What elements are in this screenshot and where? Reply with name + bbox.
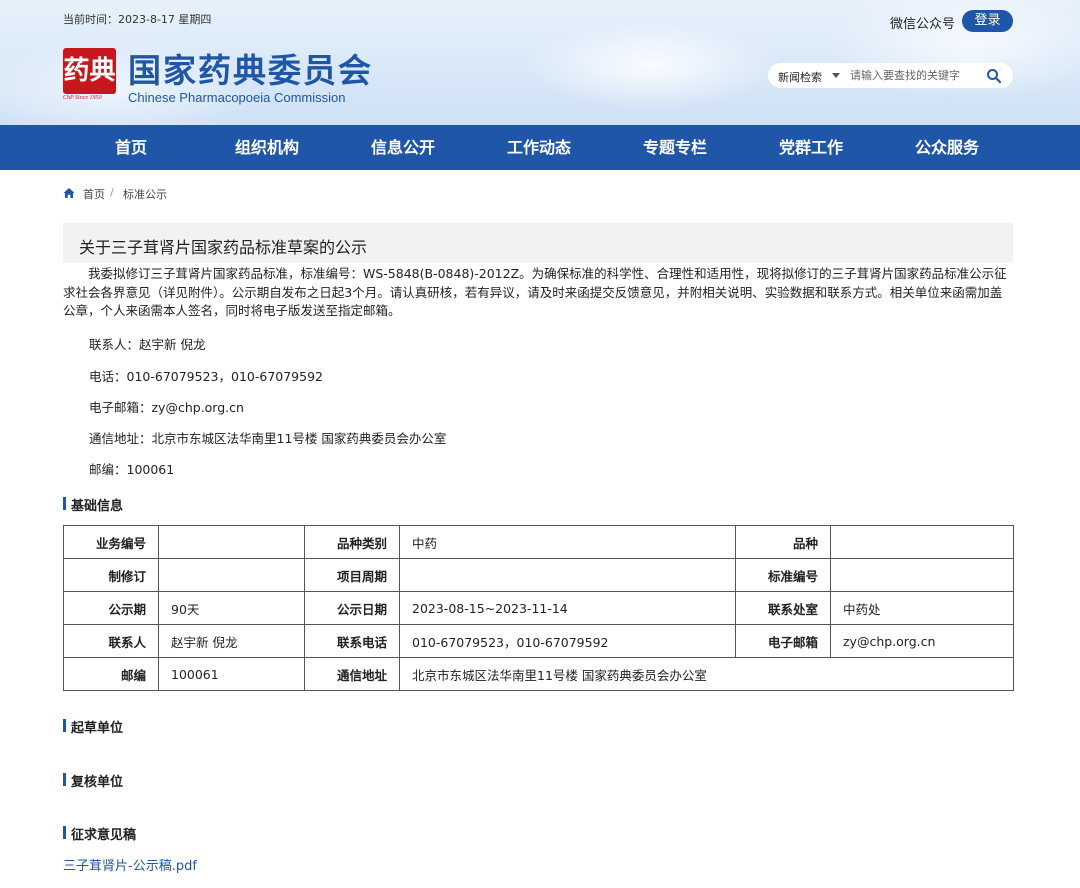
main-nav: 首页 组织机构 信息公开 工作动态 专题专栏 党群工作 公众服务 bbox=[0, 125, 1080, 170]
table-row: 业务编号 品种类别 中药 品种 bbox=[63, 525, 1014, 559]
search-category-select[interactable]: 新闻检索 bbox=[778, 69, 822, 85]
table-value: 100061 bbox=[158, 657, 305, 691]
table-label: 制修订 bbox=[63, 558, 159, 592]
nav-item-work-news[interactable]: 工作动态 bbox=[484, 125, 594, 170]
site-header: 当前时间：2023-8-17 星期四 微信公众号 登录 药典 ChP Since… bbox=[0, 0, 1080, 125]
nav-item-disclosure[interactable]: 信息公开 bbox=[348, 125, 458, 170]
nav-item-public-service[interactable]: 公众服务 bbox=[892, 125, 1002, 170]
table-label: 联系人 bbox=[63, 624, 159, 658]
table-label: 电子邮箱 bbox=[735, 624, 831, 658]
table-row: 邮编 100061 通信地址 北京市东城区法华南里11号楼 国家药典委员会办公室 bbox=[63, 657, 1014, 691]
table-value bbox=[158, 525, 305, 559]
logo-seal-icon: 药典 bbox=[63, 48, 116, 94]
search-icon[interactable] bbox=[986, 68, 1002, 84]
article-title: 关于三子茸肾片国家药品标准草案的公示 bbox=[79, 238, 368, 257]
site-subtitle: Chinese Pharmacopoeia Commission bbox=[128, 90, 346, 105]
breadcrumb-home-link[interactable]: 首页 bbox=[83, 186, 105, 202]
table-value bbox=[158, 558, 305, 592]
search-bar: 新闻检索 bbox=[768, 63, 1013, 88]
breadcrumb-separator: / bbox=[110, 186, 114, 199]
current-date: 当前时间：2023-8-17 星期四 bbox=[63, 13, 212, 26]
logo-since-text: ChP Since 1950 bbox=[63, 95, 102, 101]
nav-item-home[interactable]: 首页 bbox=[76, 125, 186, 170]
table-value: 中药 bbox=[399, 525, 736, 559]
wechat-link[interactable]: 微信公众号 bbox=[890, 13, 955, 32]
table-label: 联系处室 bbox=[735, 591, 831, 625]
contact-postcode: 邮编：100061 bbox=[89, 462, 175, 477]
table-label: 标准编号 bbox=[735, 558, 831, 592]
section-title: 征求意见稿 bbox=[71, 828, 137, 843]
contact-person: 联系人：赵宇新 倪龙 bbox=[89, 337, 206, 352]
table-value: 90天 bbox=[158, 591, 305, 625]
section-marker bbox=[63, 497, 66, 510]
header-cloud-decoration bbox=[520, 20, 780, 110]
table-value bbox=[830, 525, 1014, 559]
table-value: zy@chp.org.cn bbox=[830, 624, 1014, 658]
table-value bbox=[399, 558, 736, 592]
table-row: 制修订 项目周期 标准编号 bbox=[63, 558, 1014, 592]
site-logo[interactable]: 药典 ChP Since 1950 bbox=[63, 48, 116, 104]
section-marker bbox=[63, 826, 66, 839]
nav-item-organization[interactable]: 组织机构 bbox=[212, 125, 322, 170]
table-value: 中药处 bbox=[830, 591, 1014, 625]
table-label: 通信地址 bbox=[304, 657, 400, 691]
nav-item-party-work[interactable]: 党群工作 bbox=[756, 125, 866, 170]
contact-address: 通信地址：北京市东城区法华南里11号楼 国家药典委员会办公室 bbox=[89, 431, 447, 446]
contact-email: 电子邮箱：zy@chp.org.cn bbox=[89, 400, 244, 415]
table-row: 联系人 赵宇新 倪龙 联系电话 010-67079523，010-6707959… bbox=[63, 624, 1014, 658]
table-label: 联系电话 bbox=[304, 624, 400, 658]
breadcrumb-current[interactable]: 标准公示 bbox=[123, 186, 167, 202]
section-title: 复核单位 bbox=[71, 775, 124, 790]
table-label: 项目周期 bbox=[304, 558, 400, 592]
home-icon bbox=[63, 188, 75, 198]
nav-item-special-topics[interactable]: 专题专栏 bbox=[620, 125, 730, 170]
contact-phone: 电话：010-67079523，010-67079592 bbox=[89, 369, 323, 384]
table-label: 邮编 bbox=[63, 657, 159, 691]
table-value: 2023-08-15~2023-11-14 bbox=[399, 591, 736, 625]
section-marker bbox=[63, 719, 66, 732]
table-label: 公示期 bbox=[63, 591, 159, 625]
table-label: 业务编号 bbox=[63, 525, 159, 559]
caret-down-icon[interactable] bbox=[832, 73, 840, 78]
site-title: 国家药典委员会 bbox=[128, 51, 373, 90]
section-title: 起草单位 bbox=[71, 721, 124, 736]
table-label: 品种类别 bbox=[304, 525, 400, 559]
table-value bbox=[830, 558, 1014, 592]
article-body: 我委拟修订三子茸肾片国家药品标准，标准编号：WS-5848(B-0848)-20… bbox=[63, 266, 1007, 318]
table-label: 公示日期 bbox=[304, 591, 400, 625]
table-value: 赵宇新 倪龙 bbox=[158, 624, 305, 658]
table-label: 品种 bbox=[735, 525, 831, 559]
login-button[interactable]: 登录 bbox=[962, 10, 1013, 32]
search-input[interactable] bbox=[850, 66, 978, 85]
basic-info-table: 业务编号 品种类别 中药 品种 制修订 项目周期 标准编号 公示期 90天 公示… bbox=[63, 525, 1014, 691]
table-row: 公示期 90天 公示日期 2023-08-15~2023-11-14 联系处室 … bbox=[63, 591, 1014, 625]
section-title: 基础信息 bbox=[71, 499, 124, 514]
attachment-pdf-link[interactable]: 三子茸肾片-公示稿.pdf bbox=[63, 855, 197, 874]
article-title-bar: 关于三子茸肾片国家药品标准草案的公示 bbox=[63, 223, 1013, 263]
section-marker bbox=[63, 773, 66, 786]
table-value: 北京市东城区法华南里11号楼 国家药典委员会办公室 bbox=[399, 657, 1014, 691]
table-value: 010-67079523，010-67079592 bbox=[399, 624, 736, 658]
